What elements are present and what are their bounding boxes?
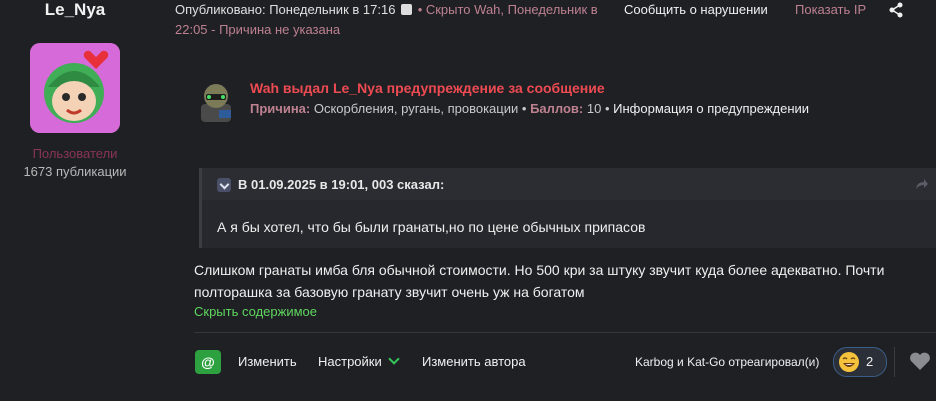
- separator: [894, 347, 895, 377]
- moderator-avatar[interactable]: [195, 78, 237, 122]
- post-actions: @ Изменить Настройки Изменить автора Kar…: [175, 347, 936, 377]
- author-panel: Le_Nya Пользователи 1673 публикации: [0, 0, 150, 401]
- laugh-emoji-icon: [839, 352, 859, 372]
- quote-block: В 01.09.2025 в 19:01, 003 сказал: А я бы…: [199, 168, 936, 248]
- post-count: 1673 публикации: [23, 164, 127, 179]
- settings-menu[interactable]: Настройки: [318, 353, 400, 369]
- change-author-button[interactable]: Изменить автора: [422, 354, 526, 369]
- edit-button[interactable]: Изменить: [238, 354, 297, 369]
- reason-label: Причина:: [250, 101, 311, 116]
- post-content: Слишком гранаты имба бля обычной стоимос…: [194, 262, 885, 300]
- warning-reason: Причина: Оскорбления, ругань, провокации…: [250, 101, 810, 116]
- settings-label: Настройки: [318, 354, 382, 369]
- chevron-down-icon[interactable]: [217, 178, 231, 192]
- chevron-down-icon: [388, 353, 400, 365]
- share-icon[interactable]: [888, 2, 904, 18]
- hide-content-link[interactable]: Скрыть содержимое: [194, 304, 317, 319]
- published-date: Опубликовано: Понедельник в 17:16: [175, 2, 396, 17]
- points-label: Баллов:: [530, 101, 584, 116]
- report-link[interactable]: Сообщить о нарушении: [624, 0, 768, 20]
- show-ip-link[interactable]: Показать IP: [795, 0, 866, 20]
- post: Опубликовано: Понедельник в 17:16 • Скры…: [175, 0, 936, 401]
- divider: [194, 332, 936, 333]
- warning-info-link[interactable]: Информация о предупреждении: [613, 101, 809, 116]
- quote-text: А я бы хотел, что бы были гранаты,но по …: [217, 219, 646, 235]
- author-name[interactable]: Le_Nya: [0, 0, 150, 20]
- reaction-badge[interactable]: 2: [833, 347, 887, 377]
- avatar-image: [30, 43, 120, 133]
- reaction-count: 2: [866, 354, 874, 369]
- reason-text: Оскорбления, ругань, провокации: [313, 101, 519, 116]
- reactions-summary[interactable]: Karbog и Kat-Go отреагировал(и): [635, 355, 819, 369]
- points-value: 10: [586, 101, 602, 116]
- warning-title[interactable]: Wah выдал Le_Nya предупреждение за сообщ…: [250, 80, 605, 96]
- edit-icon[interactable]: [401, 4, 413, 15]
- quote-header[interactable]: В 01.09.2025 в 19:01, 003 сказал:: [202, 168, 936, 200]
- post-meta: Опубликовано: Понедельник в 17:16 • Скры…: [175, 0, 615, 40]
- mention-button[interactable]: @: [195, 350, 221, 374]
- quote-link-icon[interactable]: [915, 178, 929, 190]
- heart-icon[interactable]: [909, 351, 931, 371]
- avatar[interactable]: [30, 43, 120, 133]
- user-group[interactable]: Пользователи: [0, 146, 150, 161]
- quote-author: В 01.09.2025 в 19:01, 003 сказал:: [238, 177, 445, 192]
